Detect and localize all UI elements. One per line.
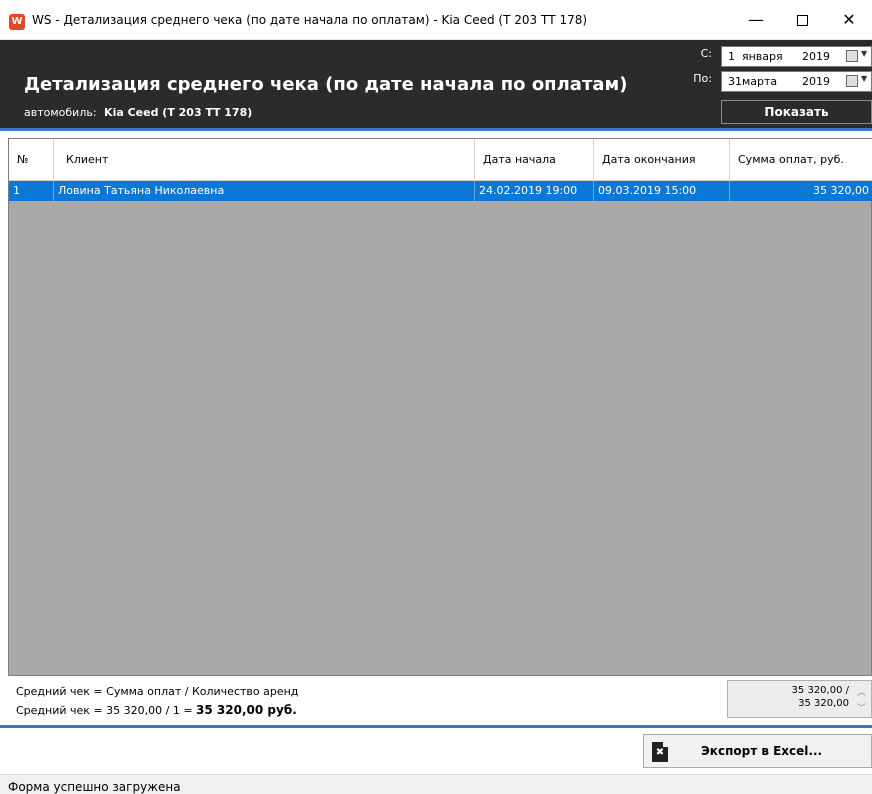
- grid-header: № Клиент Дата начала Дата окончания Сумм…: [9, 139, 872, 181]
- cell-num: 1: [9, 181, 54, 201]
- page-title: Детализация среднего чека (по дате начал…: [24, 74, 628, 95]
- maximize-icon: [796, 15, 808, 26]
- scroll-up-icon[interactable]: ︿: [857, 685, 866, 698]
- cell-end-date: 09.03.2019 15:00: [594, 181, 730, 201]
- date-from-picker[interactable]: 1 января 2019 ▼: [721, 46, 872, 67]
- column-header-start-date[interactable]: Дата начала: [475, 139, 594, 181]
- status-bar: Форма успешно загружена: [0, 774, 872, 794]
- header-divider: [0, 128, 872, 131]
- data-grid[interactable]: № Клиент Дата начала Дата окончания Сумм…: [8, 138, 872, 676]
- formula-definition: Средний чек = Сумма оплат / Количество а…: [16, 685, 299, 698]
- calendar-icon[interactable]: [846, 75, 858, 87]
- window-titlebar: W WS - Детализация среднего чека (по дат…: [0, 0, 872, 40]
- close-button[interactable]: ✕: [826, 0, 872, 40]
- minimize-button[interactable]: —: [733, 0, 779, 40]
- cell-start-date: 24.02.2019 19:00: [475, 181, 594, 201]
- formula-result-prefix: Средний чек = 35 320,00 / 1 =: [16, 704, 197, 717]
- date-to-picker[interactable]: 31 марта 2019 ▼: [721, 71, 872, 92]
- vehicle-label: автомобиль:: [24, 106, 97, 119]
- cell-sum: 35 320,00: [813, 184, 869, 197]
- date-to-month[interactable]: марта: [742, 75, 777, 88]
- date-from-day[interactable]: 1: [728, 50, 735, 63]
- sum-box-line2: 35 320,00: [798, 698, 849, 709]
- show-button[interactable]: Показать: [721, 100, 872, 124]
- formula-result-value: 35 320,00 руб.: [196, 703, 297, 717]
- column-header-sum[interactable]: Сумма оплат, руб.: [730, 139, 872, 181]
- export-excel-label: Экспорт в Excel...: [701, 744, 823, 758]
- vehicle-value: Kia Ceed (Т 203 ТТ 178): [104, 106, 253, 119]
- date-from-year[interactable]: 2019: [802, 50, 830, 63]
- maximize-button[interactable]: [779, 0, 825, 40]
- footer-panel: ✖ Экспорт в Excel...: [0, 728, 872, 774]
- cell-client: Ловина Татьяна Николаевна: [54, 181, 475, 201]
- date-to-label: По:: [693, 72, 712, 85]
- export-excel-button[interactable]: ✖ Экспорт в Excel...: [643, 734, 872, 768]
- column-header-num[interactable]: №: [9, 139, 54, 181]
- excel-file-icon: ✖: [652, 742, 668, 762]
- scroll-down-icon[interactable]: ﹀: [857, 701, 866, 714]
- chevron-down-icon[interactable]: ▼: [861, 74, 867, 83]
- window-title: WS - Детализация среднего чека (по дате …: [32, 13, 588, 27]
- date-from-label: С:: [700, 47, 712, 60]
- app-icon: W: [9, 14, 25, 30]
- column-header-end-date[interactable]: Дата окончания: [594, 139, 730, 181]
- sum-value-box[interactable]: 35 320,00 / 35 320,00 ︿ ﹀: [727, 680, 872, 718]
- chevron-down-icon[interactable]: ▼: [861, 49, 867, 58]
- summary-panel: Средний чек = Сумма оплат / Количество а…: [8, 676, 872, 724]
- date-to-day[interactable]: 31: [728, 75, 742, 88]
- vehicle-info: автомобиль: Kia Ceed (Т 203 ТТ 178): [24, 106, 252, 119]
- calendar-icon[interactable]: [846, 50, 858, 62]
- sum-box-line1: 35 320,00 /: [791, 685, 849, 696]
- table-row[interactable]: 1 Ловина Татьяна Николаевна 24.02.2019 1…: [9, 181, 872, 201]
- date-to-year[interactable]: 2019: [802, 75, 830, 88]
- status-text: Форма успешно загружена: [8, 780, 181, 794]
- column-header-client[interactable]: Клиент: [54, 139, 475, 181]
- date-from-month[interactable]: января: [742, 50, 783, 63]
- formula-result: Средний чек = 35 320,00 / 1 = 35 320,00 …: [16, 703, 297, 717]
